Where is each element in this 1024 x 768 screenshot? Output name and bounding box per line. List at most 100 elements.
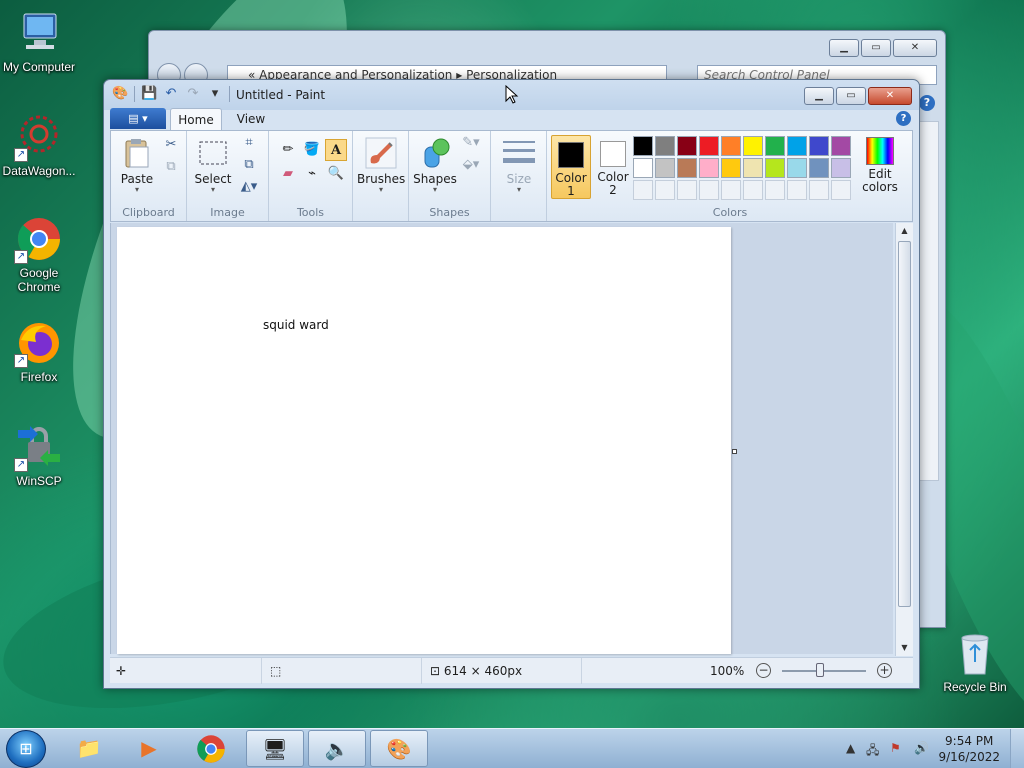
palette-swatch[interactable] <box>831 180 851 200</box>
palette-swatch[interactable] <box>787 180 807 200</box>
desktop-icon-datawagon[interactable]: ↗ DataWagon... <box>0 114 81 178</box>
fill-bucket-icon[interactable]: 🪣 <box>301 139 323 161</box>
desktop-icon-recycle-bin[interactable]: Recycle Bin <box>933 630 1017 694</box>
maximize-button[interactable]: ▭ <box>861 39 891 57</box>
taskbar-paint-button[interactable]: 🎨 <box>370 730 428 767</box>
scroll-up-icon[interactable]: ▲ <box>896 223 913 239</box>
volume-icon[interactable]: 🔊 <box>914 741 929 755</box>
zoom-slider[interactable] <box>782 670 866 672</box>
palette-swatch[interactable] <box>787 158 807 178</box>
close-button[interactable]: ✕ <box>868 87 912 105</box>
palette-swatch[interactable] <box>633 136 653 156</box>
paint-app-icon[interactable]: 🎨 <box>112 86 128 102</box>
help-icon[interactable]: ? <box>919 95 935 111</box>
copy-icon[interactable]: ⧉ <box>161 157 181 177</box>
palette-swatch[interactable] <box>809 180 829 200</box>
palette-swatch[interactable] <box>765 136 785 156</box>
taskbar-audio-button[interactable]: 🔈 <box>308 730 366 767</box>
palette-swatch[interactable] <box>765 158 785 178</box>
palette-swatch[interactable] <box>721 180 741 200</box>
palette-swatch[interactable] <box>677 158 697 178</box>
close-button[interactable]: ✕ <box>893 39 937 57</box>
color-picker-icon[interactable]: ⌁ <box>301 163 323 185</box>
drawing-canvas[interactable]: squid ward <box>117 227 731 654</box>
action-center-flag-icon[interactable]: ⚑ <box>890 741 901 755</box>
palette-swatch[interactable] <box>743 180 763 200</box>
start-button[interactable]: ⊞ <box>6 730 46 768</box>
scrollbar-thumb[interactable] <box>898 241 911 607</box>
size-button[interactable]: Size ▾ <box>497 137 541 194</box>
select-button[interactable]: Select ▾ <box>193 137 233 194</box>
canvas-text[interactable]: squid ward <box>263 318 329 332</box>
outline-icon[interactable]: ✎▾ <box>461 133 481 153</box>
shapes-button[interactable]: Shapes ▾ <box>413 137 457 194</box>
palette-swatch[interactable] <box>809 136 829 156</box>
palette-swatch[interactable] <box>677 136 697 156</box>
file-menu-button[interactable]: ▤ ▾ <box>110 108 166 129</box>
palette-swatch[interactable] <box>699 180 719 200</box>
palette-swatch[interactable] <box>655 158 675 178</box>
show-hidden-icons-chevron-icon[interactable]: ▲ <box>846 741 855 755</box>
paste-button[interactable]: Paste ▾ <box>117 137 157 194</box>
taskbar-explorer-button[interactable]: 📁 <box>60 730 118 767</box>
palette-swatch[interactable] <box>743 158 763 178</box>
help-icon[interactable]: ? <box>896 111 911 126</box>
crop-icon[interactable]: ⌗ <box>239 133 259 153</box>
palette-swatch[interactable] <box>721 158 741 178</box>
desktop-icon-winscp[interactable]: ↗ WinSCP <box>0 424 81 488</box>
desktop-icon-firefox[interactable]: ↗ Firefox <box>0 320 81 384</box>
eraser-icon[interactable]: ▰ <box>277 163 299 185</box>
redo-icon[interactable]: ↷ <box>185 86 201 102</box>
color-1-button[interactable]: Color 1 <box>551 135 591 199</box>
paint-window[interactable]: 🎨 💾 ↶ ↷ ▾ Untitled - Paint ▁ ▭ ✕ ▤ ▾ Hom… <box>103 79 920 689</box>
edit-colors-button[interactable]: Edit colors <box>855 137 905 194</box>
taskbar-chrome-button[interactable] <box>182 730 240 767</box>
minimize-button[interactable]: ▁ <box>804 87 834 105</box>
palette-swatch[interactable] <box>809 158 829 178</box>
rotate-icon[interactable]: ◭▾ <box>239 177 259 197</box>
palette-swatch[interactable] <box>633 180 653 200</box>
palette-swatch[interactable] <box>831 136 851 156</box>
undo-icon[interactable]: ↶ <box>163 86 179 102</box>
maximize-button[interactable]: ▭ <box>836 87 866 105</box>
palette-swatch[interactable] <box>655 136 675 156</box>
scrollbar[interactable] <box>919 121 939 481</box>
palette-swatch[interactable] <box>655 180 675 200</box>
system-clock[interactable]: 9:54 PM 9/16/2022 <box>938 733 1000 765</box>
palette-swatch[interactable] <box>831 158 851 178</box>
desktop-icon-my-computer[interactable]: My Computer <box>0 10 81 74</box>
zoom-out-button[interactable]: − <box>756 663 771 678</box>
network-icon[interactable]: 🖧 <box>866 741 879 762</box>
chrome-icon <box>196 735 226 768</box>
desktop-icon-chrome[interactable]: ↗ Google Chrome <box>0 216 81 294</box>
palette-swatch[interactable] <box>699 158 719 178</box>
palette-swatch[interactable] <box>633 158 653 178</box>
zoom-slider-thumb[interactable] <box>816 663 824 677</box>
pencil-icon[interactable]: ✏ <box>277 139 299 161</box>
customize-chevron-icon[interactable]: ▾ <box>207 86 223 102</box>
resize-handle[interactable] <box>732 449 737 454</box>
save-icon[interactable]: 💾 <box>141 86 157 102</box>
text-tool-icon[interactable]: A <box>325 139 347 161</box>
scroll-down-icon[interactable]: ▼ <box>896 640 913 656</box>
palette-swatch[interactable] <box>721 136 741 156</box>
brushes-button[interactable]: Brushes ▾ <box>357 137 405 194</box>
palette-swatch[interactable] <box>699 136 719 156</box>
vertical-scrollbar[interactable]: ▲ ▼ <box>895 223 913 656</box>
cut-icon[interactable]: ✂ <box>161 135 181 155</box>
taskbar-control-panel-button[interactable]: 🖥 <box>246 730 304 767</box>
zoom-in-button[interactable]: + <box>877 663 892 678</box>
palette-swatch[interactable] <box>765 180 785 200</box>
show-desktop-button[interactable] <box>1010 729 1024 768</box>
color-2-button[interactable]: Color 2 <box>593 135 633 199</box>
minimize-button[interactable]: ▁ <box>829 39 859 57</box>
palette-swatch[interactable] <box>787 136 807 156</box>
resize-icon[interactable]: ⧉ <box>239 155 259 175</box>
magnifier-icon[interactable]: 🔍 <box>325 163 347 185</box>
palette-swatch[interactable] <box>743 136 763 156</box>
taskbar-media-player-button[interactable]: ▶ <box>120 730 178 767</box>
tab-view[interactable]: View <box>228 108 274 130</box>
tab-home[interactable]: Home <box>170 108 222 130</box>
palette-swatch[interactable] <box>677 180 697 200</box>
fill-icon[interactable]: ⬙▾ <box>461 155 481 175</box>
